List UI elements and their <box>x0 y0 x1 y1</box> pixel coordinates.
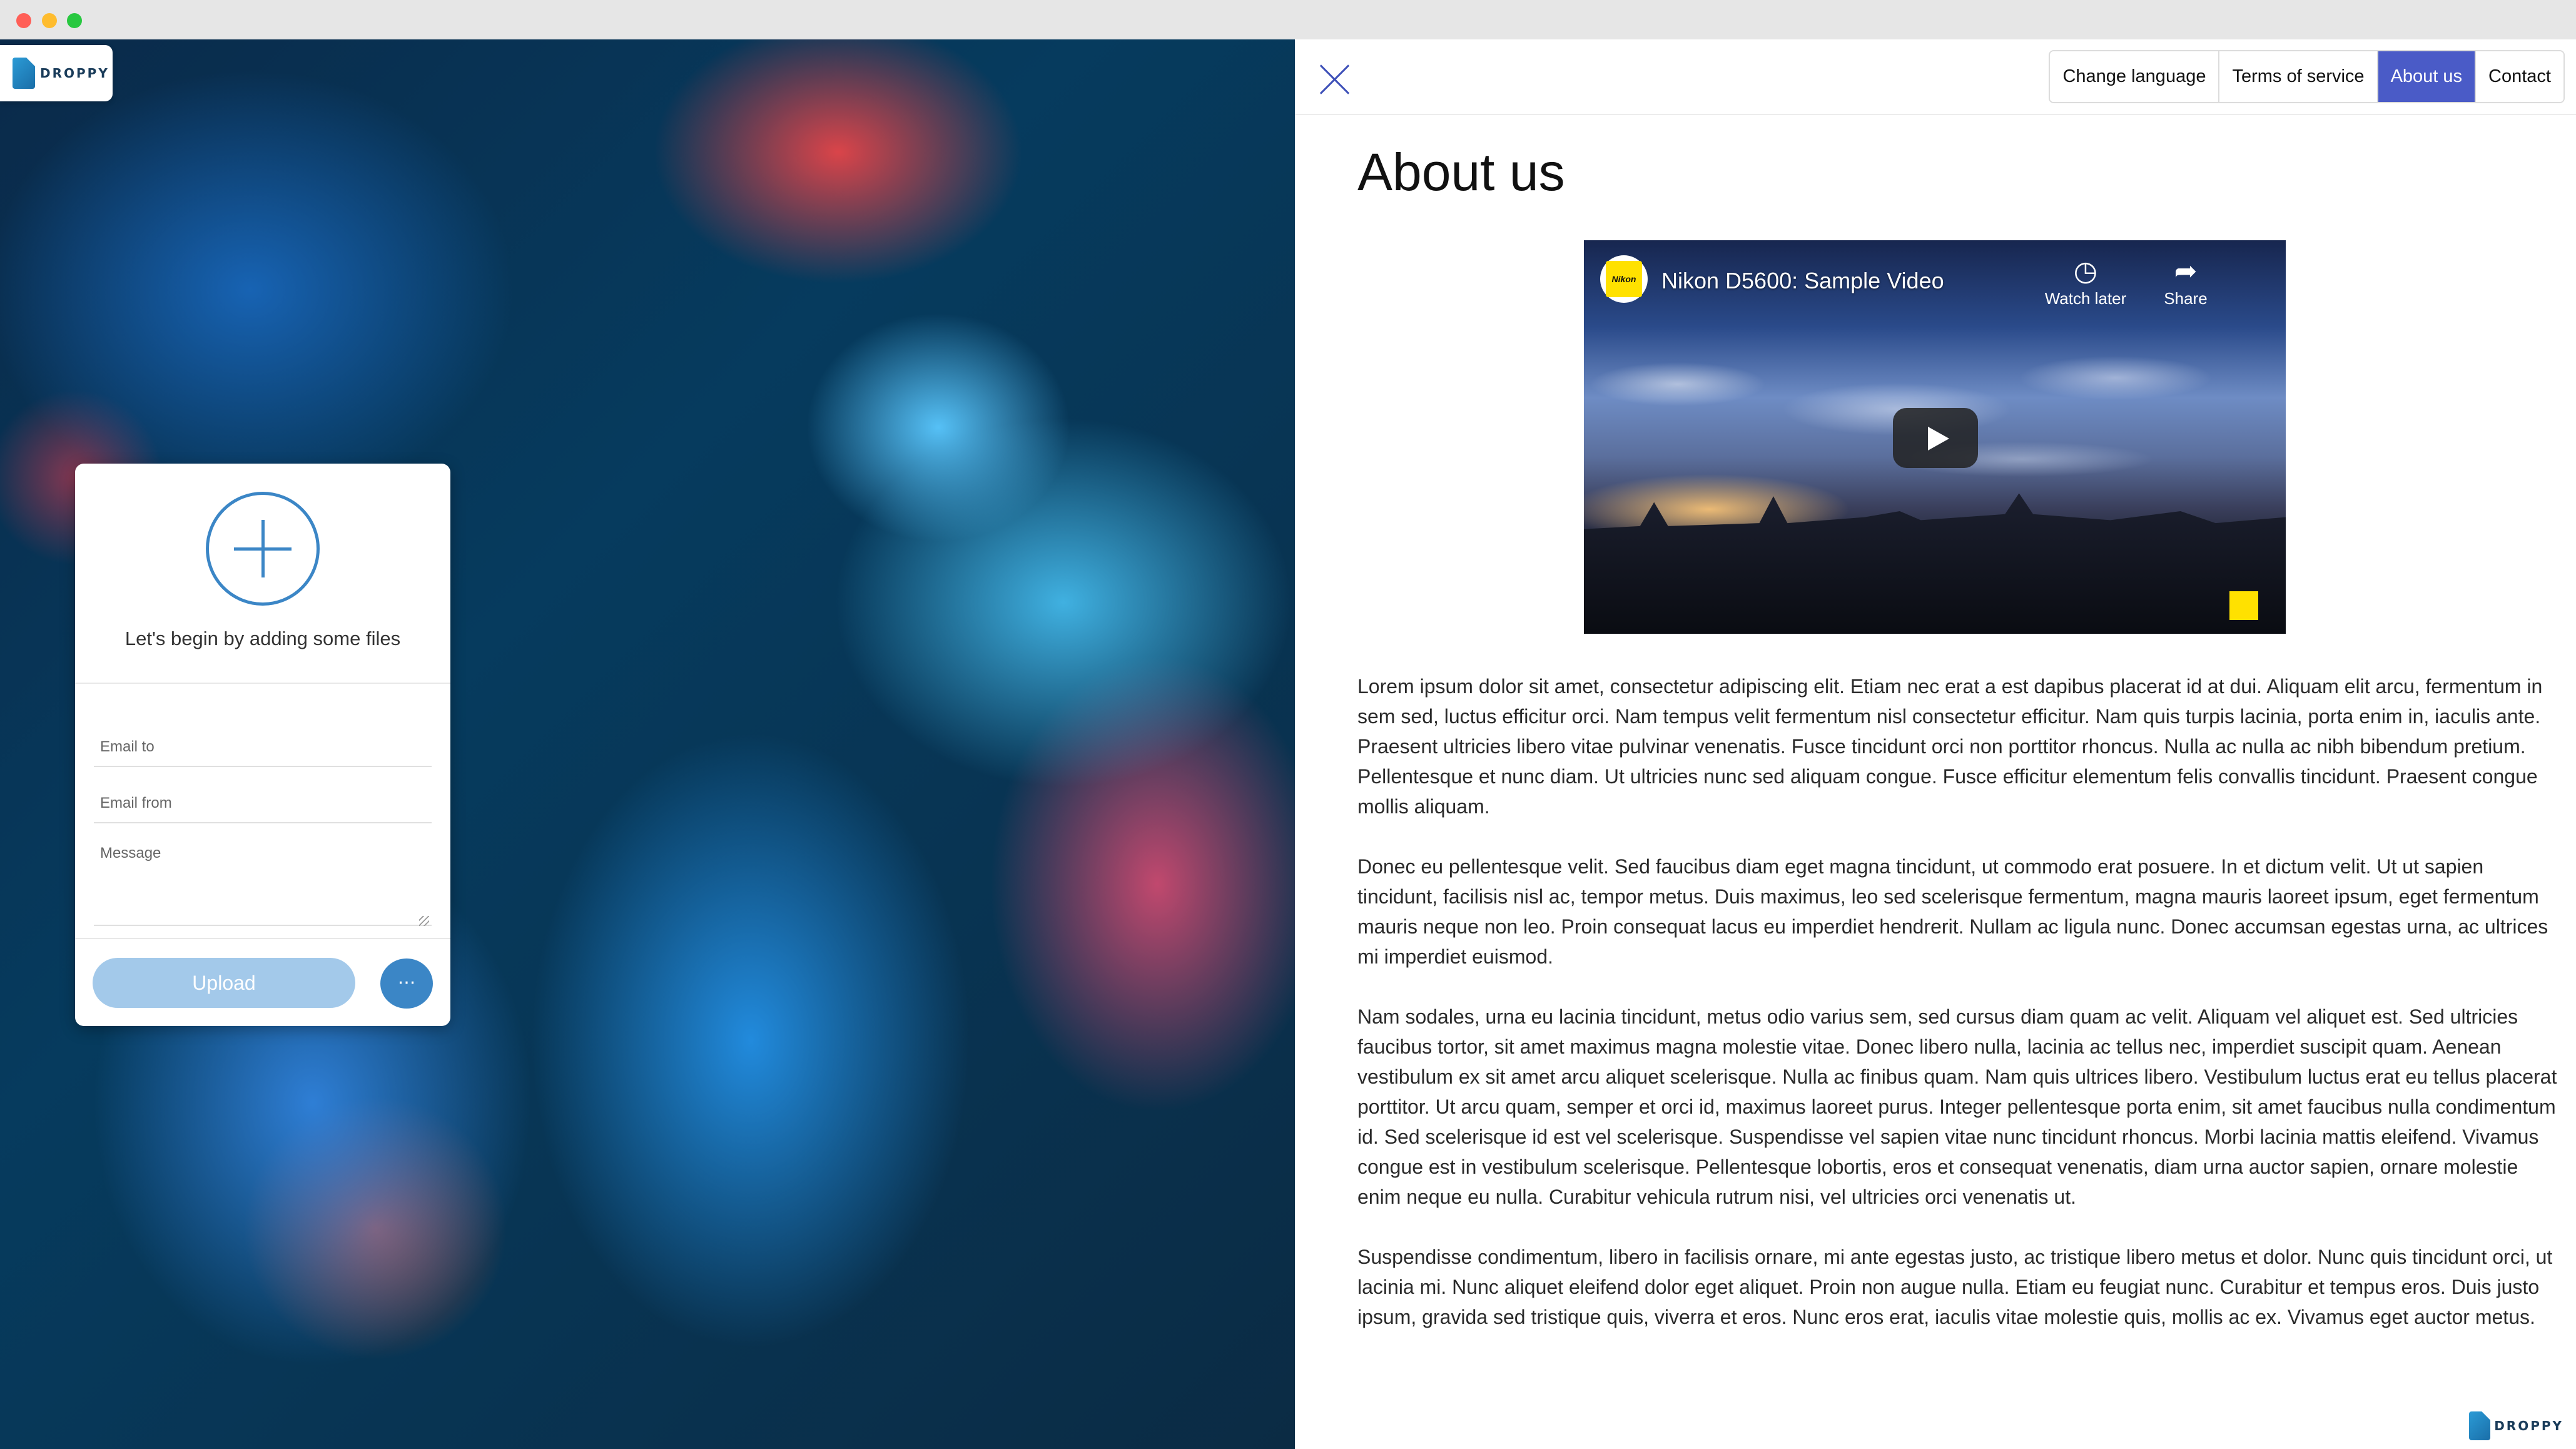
email-from-field[interactable] <box>94 770 432 823</box>
more-options-button[interactable]: ··· <box>380 958 433 1009</box>
nav-terms-of-service[interactable]: Terms of service <box>2219 51 2378 102</box>
play-icon[interactable] <box>1893 408 1978 468</box>
window-maximize-dot[interactable] <box>67 13 82 28</box>
card-divider <box>75 938 450 939</box>
nav-change-language[interactable]: Change language <box>2050 51 2220 102</box>
watch-later-button[interactable]: ◷ Watch later <box>2036 254 2136 308</box>
window-close-dot[interactable] <box>16 13 31 28</box>
resize-grip-icon[interactable] <box>419 916 429 926</box>
email-to-field[interactable] <box>94 713 432 767</box>
top-nav: Change language Terms of service About u… <box>2049 50 2565 103</box>
upload-button[interactable]: Upload <box>93 958 355 1008</box>
video-title[interactable]: Nikon D5600: Sample Video <box>1661 268 1944 294</box>
clock-icon: ◷ <box>2073 255 2098 287</box>
upload-card: Let's begin by adding some files Upload … <box>75 464 450 1026</box>
page-title: About us <box>1357 143 1565 201</box>
footer-logo[interactable]: DROPPY <box>2469 1411 2563 1440</box>
nav-contact[interactable]: Contact <box>2476 51 2563 102</box>
share-button[interactable]: ➦ Share <box>2136 254 2236 308</box>
video-thumbnail-skyline <box>1584 493 2286 634</box>
droppy-logo-text: DROPPY <box>40 66 109 81</box>
about-content: Lorem ipsum dolor sit amet, consectetur … <box>1357 671 2558 1362</box>
add-files-button[interactable] <box>206 492 320 606</box>
about-panel: Change language Terms of service About u… <box>1295 39 2576 1449</box>
paragraph: Nam sodales, urna eu lacinia tincidunt, … <box>1357 1005 2557 1208</box>
nikon-logo: Nikon <box>1606 261 1642 297</box>
paragraph: Suspendisse condimentum, libero in facil… <box>1357 1246 2553 1328</box>
paragraph: Donec eu pellentesque velit. Sed faucibu… <box>1357 855 2548 968</box>
paragraph: Lorem ipsum dolor sit amet, consectetur … <box>1357 675 2543 818</box>
card-divider <box>75 683 450 684</box>
share-label: Share <box>2164 289 2208 308</box>
droppy-logo-text: DROPPY <box>2494 1418 2563 1433</box>
droppy-logo[interactable]: DROPPY <box>0 45 113 101</box>
close-icon[interactable] <box>1319 63 1351 96</box>
droppy-logo-icon <box>13 58 35 89</box>
window-minimize-dot[interactable] <box>42 13 57 28</box>
panel-topbar: Change language Terms of service About u… <box>1295 39 2576 115</box>
share-icon: ➦ <box>2174 255 2198 287</box>
window-titlebar <box>0 0 2576 39</box>
message-field[interactable] <box>94 832 432 926</box>
video-player[interactable]: Nikon Nikon D5600: Sample Video ◷ Watch … <box>1584 240 2286 634</box>
add-files-prompt: Let's begin by adding some files <box>124 628 401 649</box>
channel-watermark-icon[interactable] <box>2229 591 2258 620</box>
nav-about-us[interactable]: About us <box>2378 51 2477 102</box>
watch-later-label: Watch later <box>2044 289 2127 308</box>
channel-avatar[interactable]: Nikon <box>1600 255 1648 303</box>
droppy-logo-icon <box>2469 1411 2491 1440</box>
